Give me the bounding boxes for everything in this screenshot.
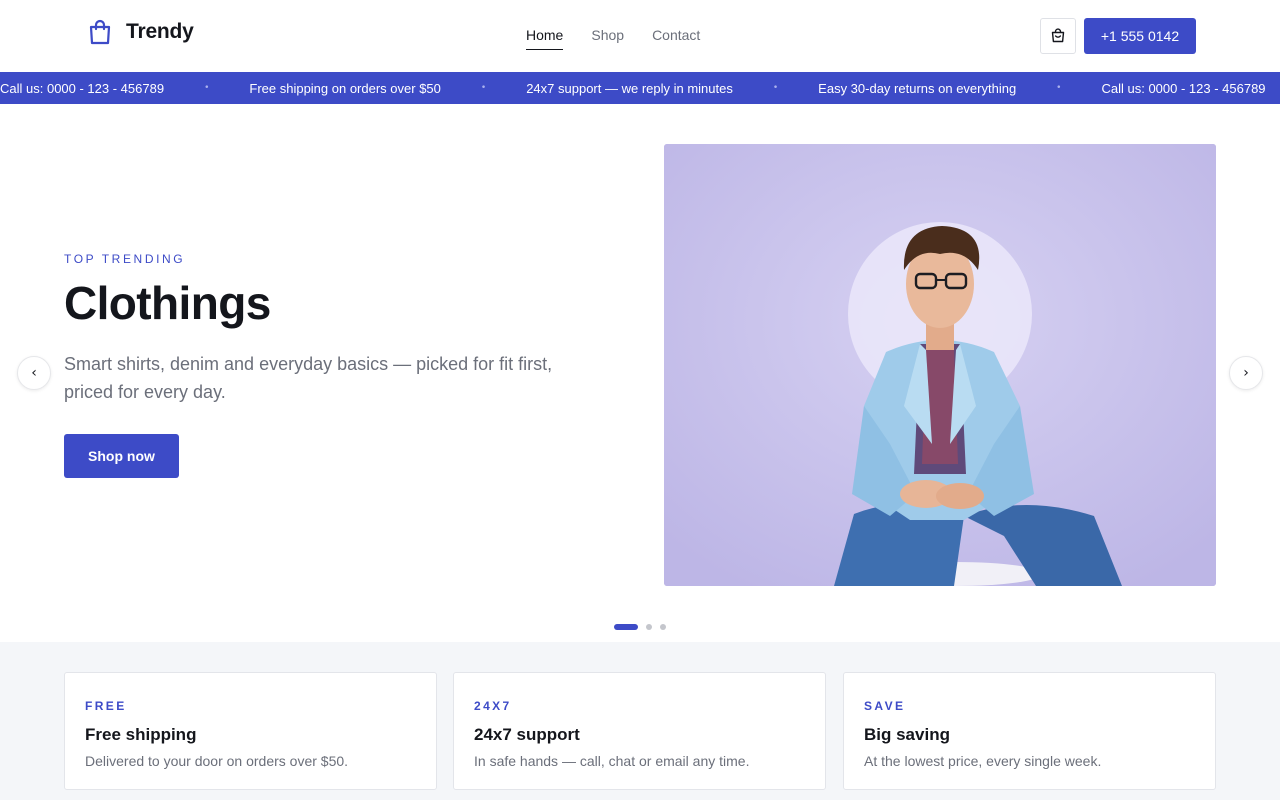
ticker-item: Easy 30-day returns on everything (818, 80, 1017, 96)
ticker-separator: • (1056, 83, 1062, 93)
prev-slide-button[interactable]: ‹ (17, 356, 51, 390)
shopping-bag-icon (89, 19, 111, 45)
hero-image (664, 144, 1216, 586)
brand-name: Trendy (126, 20, 194, 43)
shop-now-button[interactable]: Shop now (64, 434, 179, 478)
announcement-ticker: Call us: 0000 - 123 - 456789 • Free ship… (0, 72, 1280, 104)
nav-item-shop[interactable]: Shop (591, 27, 624, 50)
slider-dot-2[interactable] (646, 624, 652, 630)
feature-tag: 24X7 (474, 699, 512, 713)
feature-title: Big saving (864, 725, 950, 744)
hero-eyebrow: TOP TRENDING (64, 252, 186, 266)
hero-text: TOP TRENDING Clothings Smart shirts, den… (64, 252, 624, 406)
hero-title: Clothings (64, 277, 271, 329)
feature-tag: SAVE (864, 699, 906, 713)
feature-card-save: SAVE Big saving At the lowest price, eve… (843, 672, 1216, 790)
ticker-track: Call us: 0000 - 123 - 456789 • Free ship… (0, 72, 1266, 104)
cart-button[interactable] (1040, 18, 1076, 54)
main-nav: Home Shop Contact (526, 27, 728, 50)
ticker-item: Free shipping on orders over $50 (249, 80, 441, 96)
nav-item-contact[interactable]: Contact (652, 27, 700, 50)
feature-tag: FREE (85, 699, 127, 713)
feature-description: Delivered to your door on orders over $5… (85, 753, 349, 769)
feature-card-support: 24X7 24x7 support In safe hands — call, … (453, 672, 826, 790)
hero-description: Smart shirts, denim and everyday basics … (64, 354, 553, 402)
slider-dot-1[interactable] (614, 624, 638, 630)
cart-icon (1051, 28, 1065, 43)
slider-dot-3[interactable] (660, 624, 666, 630)
feature-description: In safe hands — call, chat or email any … (474, 753, 750, 769)
ticker-separator: • (772, 83, 779, 93)
next-slide-button[interactable]: › (1229, 356, 1263, 390)
site-header: Trendy Home Shop Contact +1 555 0142 (0, 0, 1280, 72)
ticker-separator: • (204, 83, 210, 93)
ticker-item: Call us: 0000 - 123 - 456789 (1101, 80, 1266, 96)
model-illustration (664, 144, 1216, 586)
ticker-separator: • (480, 83, 487, 93)
feature-title: 24x7 support (474, 725, 580, 744)
feature-description: At the lowest price, every single week. (864, 753, 1102, 769)
features-section: FREE Free shipping Delivered to your doo… (0, 642, 1280, 800)
feature-card-free: FREE Free shipping Delivered to your doo… (64, 672, 437, 790)
ticker-item: Call us: 0000 - 123 - 456789 (0, 80, 165, 96)
nav-item-home[interactable]: Home (526, 27, 564, 50)
feature-title: Free shipping (85, 725, 197, 744)
brand-logo[interactable]: Trendy (86, 18, 194, 46)
slider-dots (614, 624, 666, 630)
ticker-item: 24x7 support — we reply in minutes (526, 80, 733, 96)
phone-button[interactable]: +1 555 0142 (1084, 18, 1196, 54)
